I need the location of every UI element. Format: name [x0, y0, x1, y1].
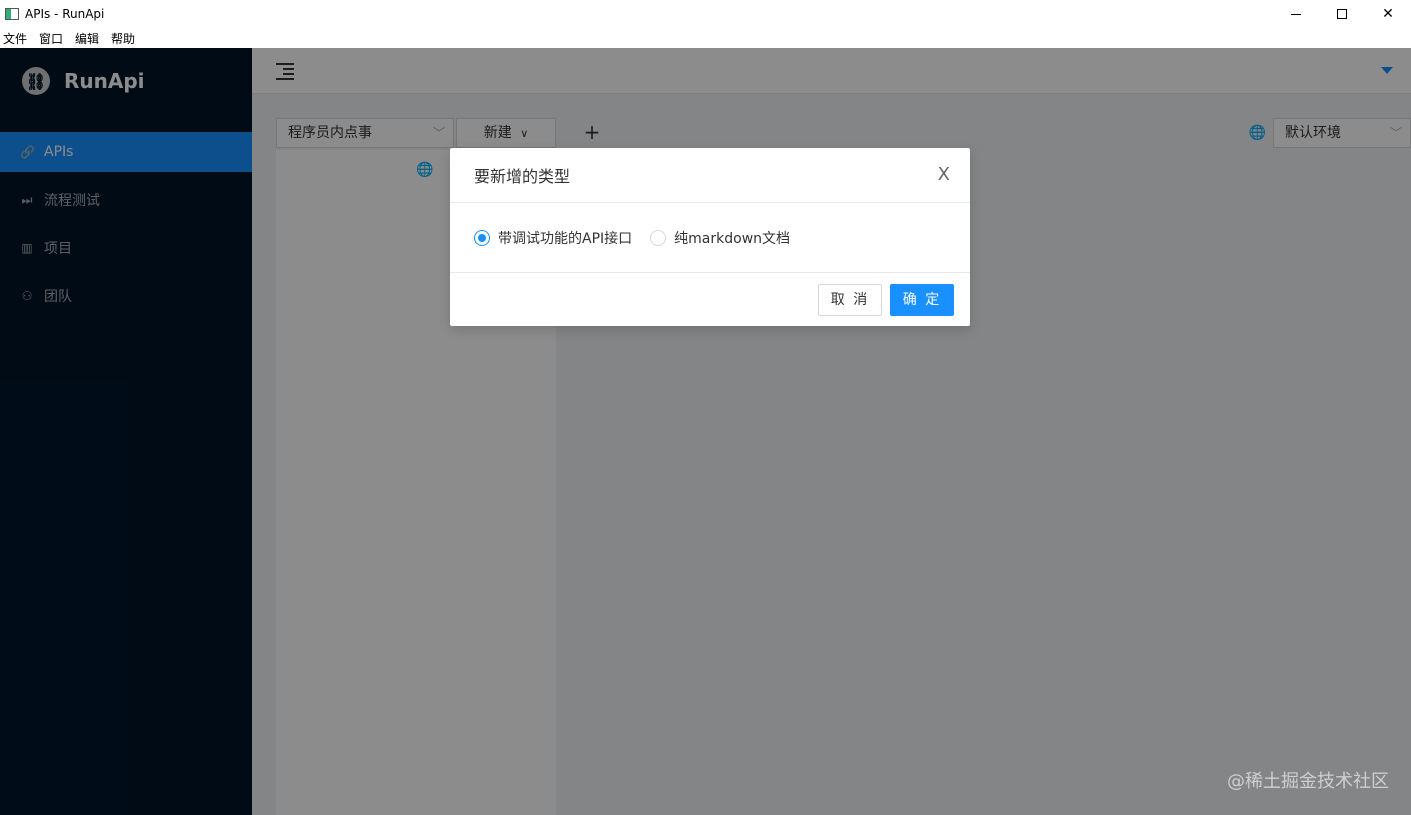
radio-api-interface[interactable]: 带调试功能的API接口 — [474, 228, 632, 248]
close-icon[interactable]: X — [938, 164, 950, 185]
minimize-button[interactable] — [1273, 0, 1319, 28]
close-icon: ✕ — [1382, 6, 1394, 22]
window-titlebar: APIs - RunApi ✕ — [0, 0, 1411, 28]
radio-dot — [650, 229, 667, 246]
menu-file[interactable]: 文件 — [3, 30, 27, 47]
new-type-modal: 要新增的类型 X 带调试功能的API接口 纯markdown文档 取 消 确 定 — [450, 148, 970, 326]
menu-edit[interactable]: 编辑 — [75, 30, 99, 47]
window-controls: ✕ — [1273, 0, 1411, 28]
radio-dot — [474, 229, 490, 246]
modal-header: 要新增的类型 — [450, 148, 970, 203]
app-icon — [5, 8, 19, 20]
radio-label: 纯markdown文档 — [674, 230, 791, 247]
menu-help[interactable]: 帮助 — [111, 30, 135, 47]
cancel-button[interactable]: 取 消 — [818, 283, 882, 316]
maximize-button[interactable] — [1319, 0, 1365, 28]
modal-body: 带调试功能的API接口 纯markdown文档 — [450, 203, 970, 273]
menubar: 文件 窗口 编辑 帮助 — [0, 28, 1411, 48]
close-window-button[interactable]: ✕ — [1365, 0, 1411, 28]
radio-label: 带调试功能的API接口 — [498, 230, 633, 247]
window-title: APIs - RunApi — [25, 7, 105, 21]
minimize-icon — [1291, 13, 1301, 15]
watermark: @稀土掘金技术社区 — [1227, 771, 1389, 792]
maximize-icon — [1337, 9, 1347, 19]
radio-markdown-doc[interactable]: 纯markdown文档 — [650, 228, 790, 248]
ok-button[interactable]: 确 定 — [890, 283, 954, 316]
modal-footer: 取 消 确 定 — [450, 273, 970, 326]
modal-title: 要新增的类型 — [474, 167, 571, 186]
menu-window[interactable]: 窗口 — [39, 30, 63, 47]
